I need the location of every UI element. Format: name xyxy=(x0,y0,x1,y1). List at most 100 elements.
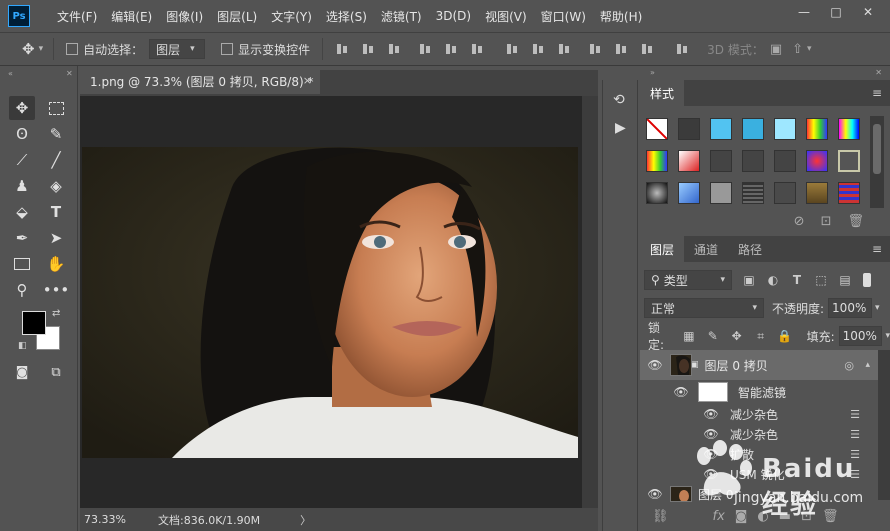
actions-play-icon[interactable]: ▶ xyxy=(615,120,626,136)
eyedropper-tool-icon[interactable]: ⟋ xyxy=(9,148,35,172)
auto-select-target-dropdown[interactable]: 图层 ▾ xyxy=(149,39,206,59)
path-selection-tool-icon[interactable]: ➤ xyxy=(43,226,69,250)
filter-name[interactable]: 减少杂色 xyxy=(730,406,778,423)
visibility-eye-icon[interactable]: 👁 xyxy=(666,385,696,399)
move-tool-icon[interactable]: ✥ xyxy=(22,40,35,58)
layers-panel-menu-icon[interactable]: ≡ xyxy=(872,242,882,256)
layer-filter-kind-dropdown[interactable]: ⚲ 类型 ▾ xyxy=(644,270,732,290)
visibility-eye-icon[interactable]: 👁 xyxy=(696,407,726,421)
move-tool-icon[interactable]: ✥ xyxy=(9,96,35,120)
style-swatch[interactable] xyxy=(678,182,700,204)
styles-panel-menu-icon[interactable]: ≡ xyxy=(872,86,882,100)
delete-layer-icon[interactable]: 🗑 xyxy=(822,509,839,524)
distribute-vcenter-icon[interactable] xyxy=(530,42,546,56)
style-swatch[interactable] xyxy=(742,182,764,204)
paint-bucket-tool-icon[interactable]: ⬙ xyxy=(9,200,35,224)
auto-select-checkbox[interactable] xyxy=(66,43,79,55)
style-swatch[interactable] xyxy=(838,118,860,140)
menu-file[interactable]: 文件(F) xyxy=(50,8,104,25)
workspace-chevron-icon[interactable]: ▾ xyxy=(807,44,812,54)
fill-chevron-icon[interactable]: ▾ xyxy=(885,331,890,341)
share-icon[interactable]: ⇧ xyxy=(792,42,803,57)
show-transform-checkbox[interactable] xyxy=(221,43,234,55)
layer-name[interactable]: 图层 0 拷贝 xyxy=(705,357,768,374)
visibility-eye-icon[interactable]: 👁 xyxy=(696,467,726,481)
foreground-color-swatch[interactable] xyxy=(22,311,46,335)
add-mask-icon[interactable]: ◙ xyxy=(735,509,748,524)
menu-3d[interactable]: 3D(D) xyxy=(429,9,478,23)
status-menu-icon[interactable]: 〉 xyxy=(300,512,311,528)
lock-image-icon[interactable]: ✎ xyxy=(706,329,720,343)
align-hcenter-icon[interactable] xyxy=(443,42,459,56)
distribute-bottom-icon[interactable] xyxy=(556,42,572,56)
menu-image[interactable]: 图像(I) xyxy=(159,8,210,25)
default-colors-icon[interactable]: ◧ xyxy=(18,341,27,351)
toolbar-close-icon[interactable]: ✕ xyxy=(66,69,73,78)
swap-colors-icon[interactable]: ⇄ xyxy=(52,308,60,319)
tab-styles[interactable]: 样式 xyxy=(640,80,685,106)
history-icon[interactable]: ⟲ xyxy=(613,92,625,108)
filter-row[interactable]: 👁 减少杂色 ☰ xyxy=(640,404,878,424)
quick-mask-icon[interactable]: ◙ xyxy=(9,360,35,384)
style-swatch[interactable] xyxy=(806,118,828,140)
layer-name[interactable]: 图层 0 xyxy=(698,486,733,503)
align-left-icon[interactable] xyxy=(417,42,433,56)
menu-select[interactable]: 选择(S) xyxy=(319,8,374,25)
distribute-hcenter-icon[interactable] xyxy=(613,42,629,56)
styles-scrollbar-thumb[interactable] xyxy=(873,124,881,174)
menu-window[interactable]: 窗口(W) xyxy=(534,8,593,25)
new-style-icon[interactable]: ⊡ xyxy=(821,214,832,229)
style-swatch[interactable] xyxy=(710,118,732,140)
3d-orbit-icon[interactable]: ▣ xyxy=(770,42,782,57)
filter-row[interactable]: 👁 减少杂色 ☰ xyxy=(640,424,878,444)
style-none-swatch[interactable] xyxy=(646,118,668,140)
style-swatch[interactable] xyxy=(710,182,732,204)
link-layers-icon[interactable]: ⛓ xyxy=(652,509,669,524)
expand-collapse-icon[interactable]: ▴ xyxy=(865,360,870,370)
layer-row-selected[interactable]: 👁 ▣ 图层 0 拷贝 ◎ ▴ xyxy=(640,350,878,380)
opacity-chevron-icon[interactable]: ▾ xyxy=(875,303,880,313)
filter-type-icon[interactable]: T xyxy=(790,273,804,287)
style-swatch[interactable] xyxy=(742,118,764,140)
style-swatch[interactable] xyxy=(678,150,700,172)
visibility-eye-icon[interactable]: 👁 xyxy=(640,358,670,372)
smart-filter-toggle-icon[interactable]: ◎ xyxy=(844,359,854,372)
styles-scrollbar[interactable] xyxy=(870,116,884,208)
lock-all-icon[interactable]: 🔒 xyxy=(777,329,792,343)
visibility-eye-icon[interactable]: 👁 xyxy=(696,447,726,461)
stamp-tool-icon[interactable]: ♟ xyxy=(9,174,35,198)
eraser-tool-icon[interactable]: ◈ xyxy=(43,174,69,198)
tab-paths[interactable]: 路径 xyxy=(728,236,772,262)
panel-dock-close-icon[interactable]: ✕ xyxy=(875,68,882,77)
menu-filter[interactable]: 滤镜(T) xyxy=(374,8,429,25)
zoom-tool-icon[interactable]: ⚲ xyxy=(9,278,35,302)
lock-artboard-icon[interactable]: ⌗ xyxy=(754,329,768,343)
smart-filter-mask-thumbnail[interactable] xyxy=(698,382,728,402)
pen-tool-icon[interactable]: ✒ xyxy=(9,226,35,250)
style-swatch-selected[interactable] xyxy=(838,150,860,172)
delete-style-icon[interactable]: 🗑 xyxy=(847,214,864,229)
filter-pixel-icon[interactable]: ▣ xyxy=(742,273,756,287)
style-swatch[interactable] xyxy=(838,182,860,204)
distribute-top-icon[interactable] xyxy=(504,42,520,56)
maximize-button[interactable]: □ xyxy=(820,0,852,24)
style-swatch[interactable] xyxy=(806,182,828,204)
tool-preset-chevron-icon[interactable]: ▾ xyxy=(39,44,44,54)
style-swatch[interactable] xyxy=(678,118,700,140)
style-swatch[interactable] xyxy=(742,150,764,172)
lock-transparent-icon[interactable]: ▦ xyxy=(682,329,696,343)
filter-row[interactable]: 👁 USM 锐化 ☰ xyxy=(640,464,878,484)
style-swatch[interactable] xyxy=(710,150,732,172)
minimize-button[interactable]: — xyxy=(788,0,820,24)
tab-channels[interactable]: 通道 xyxy=(684,236,728,262)
brush-tool-icon[interactable]: ╱ xyxy=(43,148,69,172)
style-swatch[interactable] xyxy=(806,150,828,172)
filter-adjustment-icon[interactable]: ◐ xyxy=(766,273,780,287)
filter-blending-options-icon[interactable]: ☰ xyxy=(850,448,860,461)
marquee-tool-icon[interactable] xyxy=(43,96,69,120)
blend-mode-dropdown[interactable]: 正常 ▾ xyxy=(644,298,764,318)
filter-row[interactable]: 👁 扩散 ☰ xyxy=(640,444,878,464)
menu-layer[interactable]: 图层(L) xyxy=(210,8,264,25)
menu-edit[interactable]: 编辑(E) xyxy=(104,8,159,25)
menu-view[interactable]: 视图(V) xyxy=(478,8,534,25)
